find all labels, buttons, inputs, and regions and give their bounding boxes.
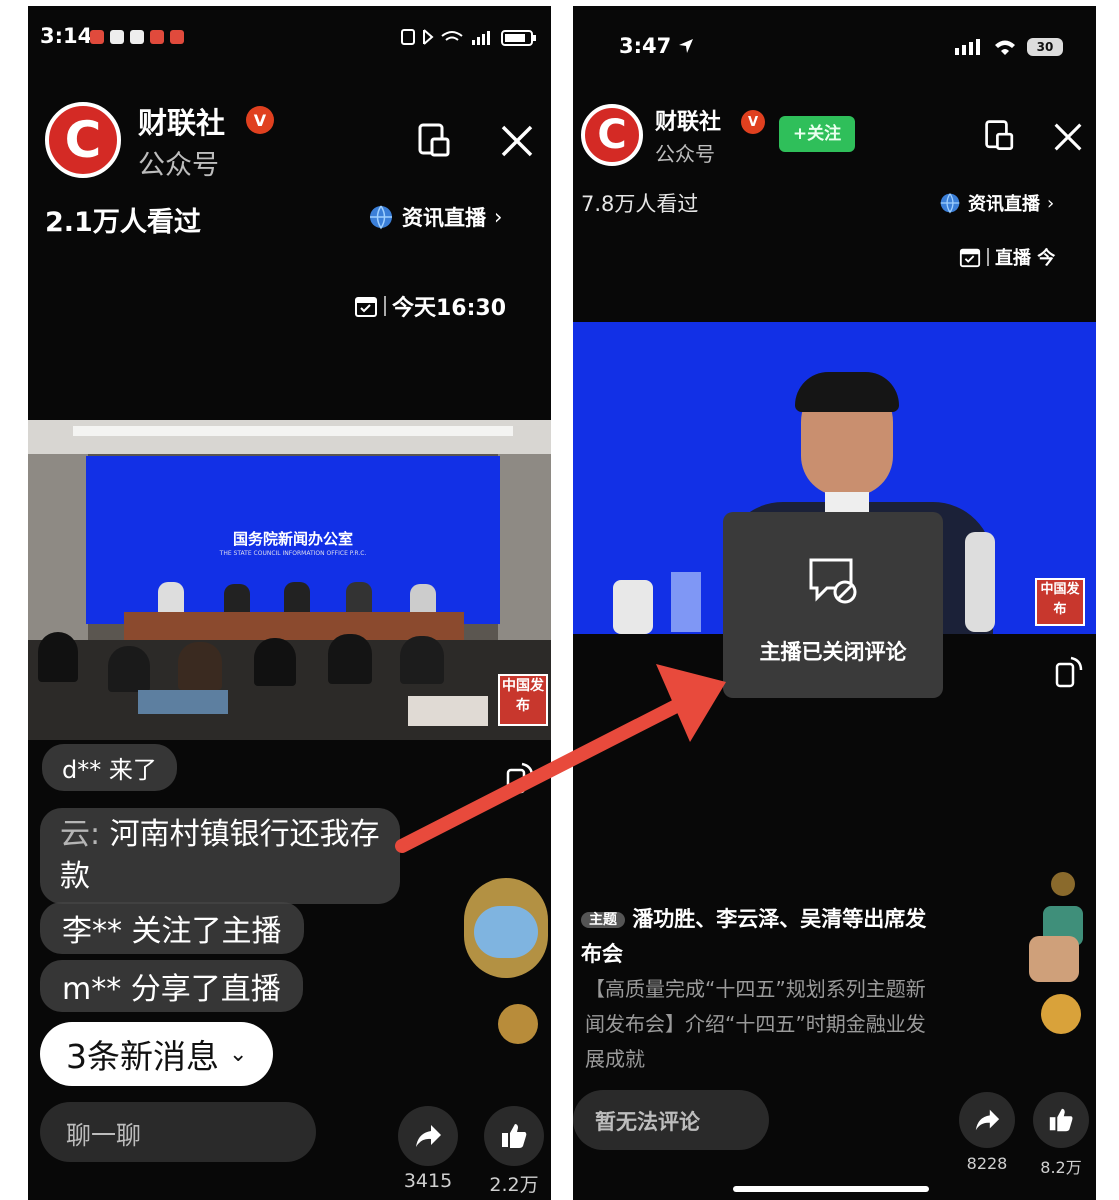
annotation-arrow [395,664,726,853]
